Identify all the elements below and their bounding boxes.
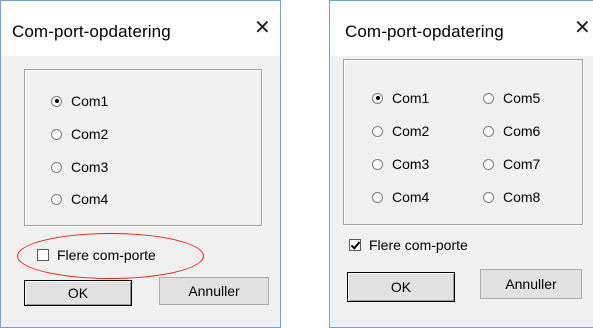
radio-label: Com4 — [71, 191, 109, 207]
radio-com5[interactable]: Com5 — [483, 90, 540, 106]
radio-icon — [483, 92, 494, 104]
multi-ports-checkbox[interactable]: Flere com-porte — [349, 237, 468, 253]
dialog-title: Com-port-opdatering — [345, 22, 504, 41]
cancel-button[interactable]: Annuller — [159, 277, 269, 305]
port-group-box: Com1 Com2 Com3 Com4 — [24, 69, 262, 226]
ok-button[interactable]: OK — [24, 280, 132, 306]
radio-icon — [483, 158, 494, 170]
checkbox-label: Flere com-porte — [57, 247, 156, 263]
radio-com7[interactable]: Com7 — [483, 156, 540, 172]
com-port-dialog-multi: Com-port-opdatering ✕ Com1 Com2 Com3 Com… — [329, 0, 593, 328]
radio-label: Com3 — [71, 159, 109, 175]
radio-label: Com1 — [392, 90, 430, 106]
radio-com3[interactable]: Com3 — [51, 159, 108, 175]
radio-icon — [483, 125, 494, 137]
radio-com1[interactable]: Com1 — [51, 93, 108, 109]
close-icon[interactable]: ✕ — [254, 15, 271, 39]
radio-label: Com3 — [392, 156, 430, 172]
radio-com8[interactable]: Com8 — [483, 189, 540, 205]
radio-icon — [483, 191, 494, 203]
cancel-button[interactable]: Annuller — [480, 269, 582, 299]
radio-icon — [51, 193, 62, 205]
close-icon[interactable]: ✕ — [574, 15, 591, 39]
ok-button[interactable]: OK — [347, 272, 455, 302]
radio-label: Com5 — [503, 90, 541, 106]
radio-label: Com1 — [71, 93, 109, 109]
radio-com2[interactable]: Com2 — [51, 126, 108, 142]
radio-label: Com4 — [392, 189, 430, 205]
radio-com2[interactable]: Com2 — [372, 123, 429, 139]
com-port-dialog-single: Com-port-opdatering ✕ Com1 Com2 Com3 Com… — [0, 0, 281, 328]
radio-label: Com2 — [392, 123, 430, 139]
checkbox-checked-icon — [349, 239, 361, 251]
dialog-title: Com-port-opdatering — [12, 22, 171, 41]
radio-label: Com8 — [503, 189, 541, 205]
radio-label: Com7 — [503, 156, 541, 172]
radio-com6[interactable]: Com6 — [483, 123, 540, 139]
checkbox-label: Flere com-porte — [369, 237, 468, 253]
radio-com4[interactable]: Com4 — [51, 191, 108, 207]
radio-icon — [372, 191, 383, 203]
radio-icon — [51, 128, 62, 140]
radio-icon — [51, 161, 62, 173]
radio-icon — [372, 125, 383, 137]
checkbox-icon — [37, 249, 49, 261]
multi-ports-checkbox[interactable]: Flere com-porte — [37, 247, 156, 263]
title-bar: Com-port-opdatering ✕ — [1, 1, 280, 56]
radio-label: Com2 — [71, 126, 109, 142]
radio-icon — [372, 158, 383, 170]
radio-selected-icon — [372, 92, 383, 104]
radio-com1[interactable]: Com1 — [372, 90, 429, 106]
radio-com4[interactable]: Com4 — [372, 189, 429, 205]
radio-com3[interactable]: Com3 — [372, 156, 429, 172]
port-group-box: Com1 Com2 Com3 Com4 Com5 Com6 Com7 Com8 — [343, 59, 583, 225]
radio-label: Com6 — [503, 123, 541, 139]
radio-selected-icon — [51, 95, 62, 107]
title-bar: Com-port-opdatering ✕ — [330, 1, 593, 56]
